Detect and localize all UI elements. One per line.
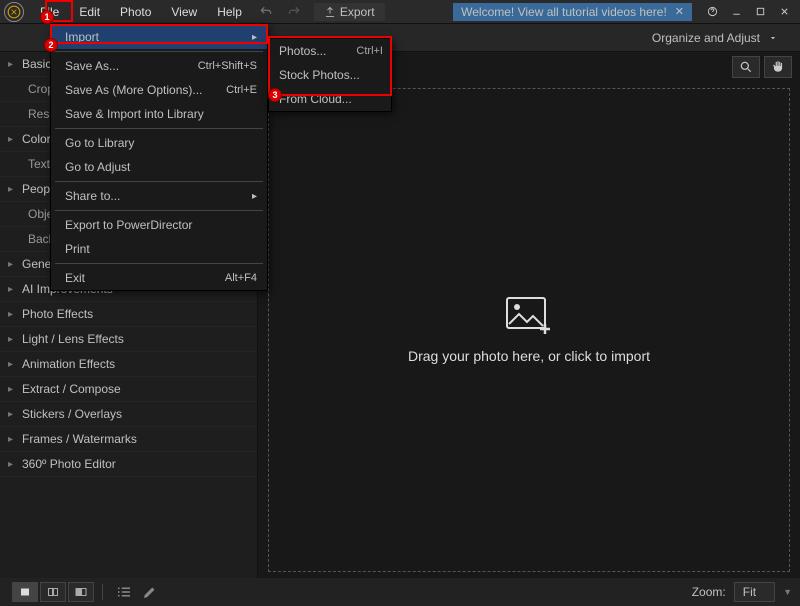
sidebar-label: Extract / Compose bbox=[22, 382, 121, 396]
maximize-icon[interactable] bbox=[750, 3, 770, 21]
chevron-right-icon: ▸ bbox=[8, 459, 18, 470]
sidebar-category[interactable]: ▸ 360º Photo Editor bbox=[0, 452, 257, 477]
title-bar: File Edit Photo View Help Export Welcome… bbox=[0, 0, 800, 24]
submenu-item[interactable]: Photos...Ctrl+I bbox=[269, 39, 391, 63]
chevron-right-icon: ▸ bbox=[8, 309, 18, 320]
view-split-icon[interactable] bbox=[40, 582, 66, 602]
chevron-right-icon: ▸ bbox=[8, 184, 18, 195]
chevron-right-icon: ▸ bbox=[8, 384, 18, 395]
menu-separator bbox=[55, 128, 263, 129]
welcome-text: Welcome! View all tutorial videos here! bbox=[461, 5, 667, 19]
menu-separator bbox=[55, 263, 263, 264]
chevron-down-icon[interactable]: ▼ bbox=[783, 587, 792, 597]
zoom-select[interactable]: Fit bbox=[734, 582, 775, 602]
sidebar-category[interactable]: ▸ Frames / Watermarks bbox=[0, 427, 257, 452]
chevron-right-icon: ▸ bbox=[8, 59, 18, 70]
menu-item: Export to PowerDirector bbox=[51, 213, 267, 237]
chevron-right-icon: ▸ bbox=[252, 32, 257, 43]
sidebar-label: Animation Effects bbox=[22, 357, 115, 371]
menu-photo[interactable]: Photo bbox=[110, 2, 161, 22]
file-dropdown: Import▸ Save As...Ctrl+Shift+SSave As (Mo… bbox=[50, 24, 268, 291]
menu-item[interactable]: ExitAlt+F4 bbox=[51, 266, 267, 290]
mode-label: Organize and Adjust bbox=[652, 31, 760, 45]
view-mode-buttons bbox=[12, 582, 94, 602]
window-close-icon[interactable] bbox=[774, 3, 794, 21]
close-icon[interactable]: ✕ bbox=[675, 5, 684, 18]
menu-help[interactable]: Help bbox=[207, 2, 252, 22]
import-submenu: Photos...Ctrl+IStock Photos...From Cloud… bbox=[268, 38, 392, 112]
sidebar-label: 360º Photo Editor bbox=[22, 457, 116, 471]
annotation-2: 2 bbox=[44, 38, 58, 52]
undo-icon[interactable] bbox=[254, 3, 278, 21]
canvas-area: Drag your photo here, or click to import bbox=[258, 52, 800, 578]
sidebar-category[interactable]: ▸ Light / Lens Effects bbox=[0, 327, 257, 352]
sidebar-category[interactable]: ▸ Animation Effects bbox=[0, 352, 257, 377]
sidebar-label: Stickers / Overlays bbox=[22, 407, 122, 421]
menu-separator bbox=[55, 51, 263, 52]
chevron-right-icon: ▸ bbox=[8, 359, 18, 370]
viewport-hint: Drag your photo here, or click to import bbox=[408, 348, 650, 364]
chevron-right-icon: ▸ bbox=[8, 259, 18, 270]
menu-item[interactable]: Import▸ bbox=[51, 25, 267, 49]
sidebar-label: Gene bbox=[22, 257, 51, 271]
sidebar-label: Light / Lens Effects bbox=[22, 332, 124, 346]
menu-separator bbox=[55, 181, 263, 182]
sidebar-category[interactable]: ▸ Photo Effects bbox=[0, 302, 257, 327]
sidebar-category[interactable]: ▸ Extract / Compose bbox=[0, 377, 257, 402]
menu-item: Save As (More Options)...Ctrl+E bbox=[51, 78, 267, 102]
annotation-3: 3 bbox=[268, 88, 282, 102]
chevron-right-icon: ▸ bbox=[8, 134, 18, 145]
help-icon[interactable] bbox=[702, 3, 722, 21]
menu-separator bbox=[55, 210, 263, 211]
image-placeholder-icon bbox=[505, 296, 553, 336]
menu-item: Save As...Ctrl+Shift+S bbox=[51, 54, 267, 78]
chevron-right-icon: ▸ bbox=[8, 434, 18, 445]
brush-icon[interactable] bbox=[141, 583, 159, 601]
annotation-1: 1 bbox=[40, 10, 54, 24]
app-icon bbox=[4, 2, 24, 22]
submenu-item[interactable]: From Cloud... bbox=[269, 87, 391, 111]
menu-view[interactable]: View bbox=[161, 2, 207, 22]
chevron-right-icon: ▸ bbox=[8, 334, 18, 345]
chevron-right-icon: ▸ bbox=[8, 409, 18, 420]
zoom-label: Zoom: bbox=[692, 585, 726, 599]
chevron-right-icon: ▸ bbox=[252, 191, 257, 202]
sidebar-label: Color bbox=[22, 132, 51, 146]
viewport-dropzone[interactable]: Drag your photo here, or click to import bbox=[268, 88, 790, 572]
export-button[interactable]: Export bbox=[314, 3, 385, 21]
sidebar-label: Frames / Watermarks bbox=[22, 432, 137, 446]
list-icon[interactable] bbox=[115, 583, 133, 601]
redo-icon[interactable] bbox=[282, 3, 306, 21]
chevron-right-icon: ▸ bbox=[8, 284, 18, 295]
bottom-bar: Zoom: Fit ▼ bbox=[0, 578, 800, 606]
zoom-control: Zoom: Fit ▼ bbox=[692, 582, 792, 602]
submenu-item[interactable]: Stock Photos... bbox=[269, 63, 391, 87]
menu-item: Share to...▸ bbox=[51, 184, 267, 208]
sidebar-label: Photo Effects bbox=[22, 307, 93, 321]
menu-item[interactable]: Go to Adjust bbox=[51, 155, 267, 179]
mode-dropdown[interactable]: Organize and Adjust bbox=[640, 27, 790, 49]
export-label: Export bbox=[340, 5, 375, 19]
sidebar-label: Basic bbox=[22, 57, 51, 71]
pan-tool-icon[interactable] bbox=[764, 56, 792, 78]
menu-item: Save & Import into Library bbox=[51, 102, 267, 126]
minimize-icon[interactable] bbox=[726, 3, 746, 21]
menu-item: Print bbox=[51, 237, 267, 261]
view-compare-icon[interactable] bbox=[68, 582, 94, 602]
zoom-tool-icon[interactable] bbox=[732, 56, 760, 78]
sidebar-category[interactable]: ▸ Stickers / Overlays bbox=[0, 402, 257, 427]
menu-edit[interactable]: Edit bbox=[69, 2, 110, 22]
view-single-icon[interactable] bbox=[12, 582, 38, 602]
welcome-banner[interactable]: Welcome! View all tutorial videos here! … bbox=[453, 3, 692, 21]
menu-item[interactable]: Go to Library bbox=[51, 131, 267, 155]
